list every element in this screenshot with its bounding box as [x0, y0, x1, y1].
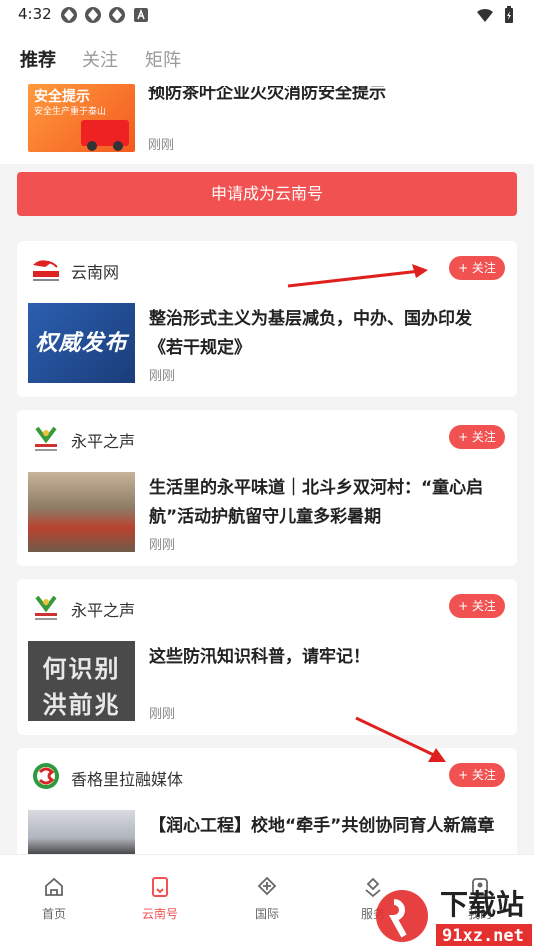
yongping-voice-logo-icon	[35, 426, 57, 451]
account-name: 云南网	[71, 263, 120, 282]
nav-item-international[interactable]: 国际	[237, 875, 297, 922]
follow-button[interactable]: + 关注	[449, 256, 505, 280]
news-title[interactable]: 整治形式主义为基层减负，中办、国办印发《若干规定》	[149, 305, 504, 363]
nav-label: 首页	[41, 907, 66, 921]
tab-recommend[interactable]: 推荐	[20, 46, 56, 72]
watermark-url: 91xz.net	[442, 926, 524, 946]
thumbnail-text: 安全提示	[34, 89, 90, 105]
news-title[interactable]: 【润心工程】校地“牵手”共创协同育人新篇章	[149, 812, 504, 841]
news-thumbnail	[28, 810, 135, 854]
nav-item-home[interactable]: 首页	[24, 875, 84, 922]
battery-icon	[505, 6, 513, 23]
account-card[interactable]: 永平之声 + 关注 何识别 洪前兆 这些防汛知识科普，请牢记！ 刚刚	[17, 579, 517, 735]
news-thumbnail: 权威发布	[28, 303, 135, 383]
news-title: 预防茶叶企业火灾消防安全提示	[148, 84, 386, 103]
app-notification-icon	[61, 7, 77, 23]
home-icon	[45, 877, 63, 896]
feed[interactable]: 安全提示 安全生产重于泰山 预防茶叶企业火灾消防安全提示 刚刚 申请成为云南号 …	[0, 84, 534, 854]
tab-matrix[interactable]: 矩阵	[145, 46, 181, 72]
watermark-text: 下载站	[440, 888, 524, 921]
account-card[interactable]: 云南网 + 关注 权威发布 整治形式主义为基层减负，中办、国办印发《若干规定》 …	[17, 241, 517, 397]
status-bar: 4:32	[0, 0, 534, 30]
follow-button[interactable]: + 关注	[449, 763, 505, 787]
news-thumbnail: 何识别 洪前兆	[28, 641, 135, 721]
status-time: 4:32	[18, 5, 52, 23]
news-title[interactable]: 生活里的永平味道｜北斗乡双河村：“童心启航”活动护航留守儿童多彩暑期	[149, 474, 504, 532]
app-notification-icon	[85, 7, 101, 23]
yunnan-net-logo-icon	[33, 260, 59, 281]
news-title[interactable]: 这些防汛知识科普，请牢记！	[149, 643, 504, 672]
news-thumbnail	[28, 472, 135, 552]
news-time: 刚刚	[149, 707, 176, 722]
news-time: 刚刚	[149, 538, 176, 553]
nav-label: 国际	[254, 907, 279, 921]
notification-icons	[60, 6, 150, 24]
follow-button[interactable]: + 关注	[449, 594, 505, 618]
account-name: 永平之声	[71, 432, 136, 451]
app-notification-icon	[109, 7, 125, 23]
account-card[interactable]: 香格里拉融媒体 + 关注 【润心工程】校地“牵手”共创协同育人新篇章	[17, 748, 517, 854]
globe-icon	[257, 876, 277, 896]
follow-button[interactable]: + 关注	[449, 425, 505, 449]
news-time: 刚刚	[148, 138, 175, 153]
thumbnail-text: 何识别	[42, 655, 121, 683]
watermark-logo: 下载站 91xz.net	[376, 888, 532, 946]
account-card[interactable]: 永平之声 + 关注 生活里的永平味道｜北斗乡双河村：“童心启航”活动护航留守儿童…	[17, 410, 517, 566]
yongping-voice-logo-icon	[35, 595, 57, 620]
account-name: 香格里拉融媒体	[71, 770, 184, 789]
wifi-icon	[477, 8, 493, 22]
top-tab-bar: 推荐 关注 矩阵	[0, 30, 534, 84]
thumbnail-text: 洪前兆	[42, 691, 121, 719]
news-item-top[interactable]: 安全提示 安全生产重于泰山 预防茶叶企业火灾消防安全提示 刚刚	[0, 84, 534, 164]
tab-follow[interactable]: 关注	[82, 46, 118, 72]
news-thumbnail: 安全提示 安全生产重于泰山	[28, 84, 135, 152]
a-notification-icon	[134, 8, 148, 22]
fire-truck-icon	[81, 120, 129, 151]
shangri-la-media-logo-icon	[33, 763, 59, 789]
nav-label: 云南号	[141, 907, 178, 921]
thumbnail-subtext: 安全生产重于泰山	[34, 107, 107, 117]
nav-item-yunnan-hao[interactable]: 云南号	[130, 875, 190, 922]
system-icons	[476, 6, 518, 24]
thumbnail-text: 权威发布	[35, 331, 128, 356]
yunnan-hao-icon	[152, 877, 168, 897]
news-time: 刚刚	[149, 369, 176, 384]
account-name: 永平之声	[71, 601, 136, 620]
apply-yunnan-hao-button[interactable]: 申请成为云南号	[17, 172, 517, 216]
